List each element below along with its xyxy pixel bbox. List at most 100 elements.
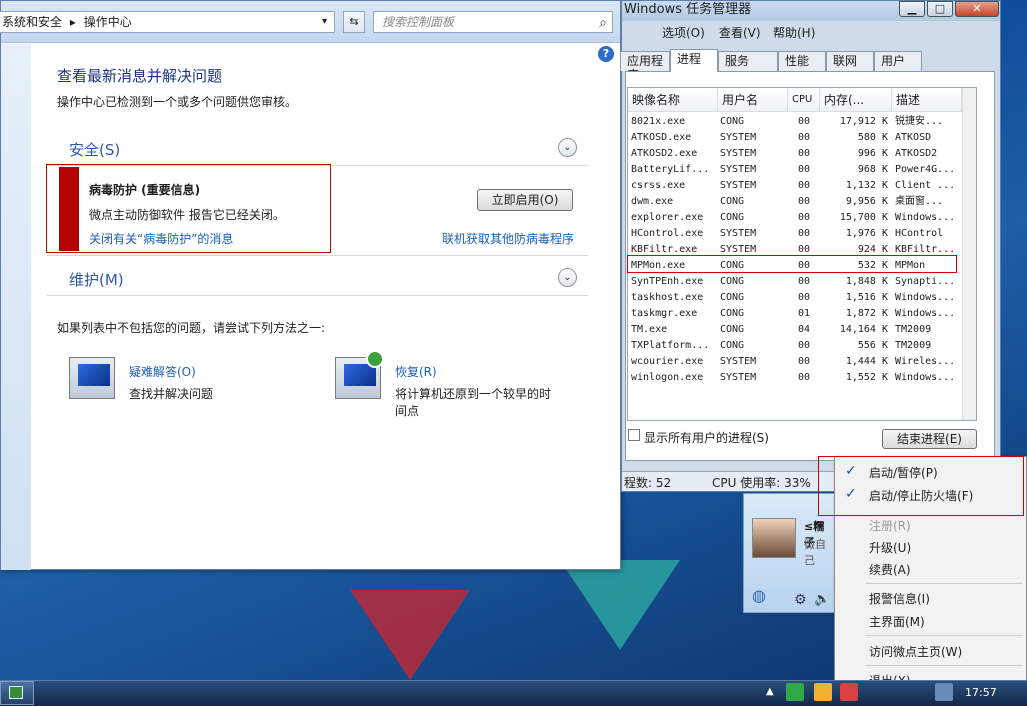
process-description: 锐捷安... [895,116,944,127]
process-memory: 17,912 K [839,116,888,127]
section-maintenance-title[interactable]: 维护(M) [69,269,124,290]
table-row[interactable]: 8021x.exe CONG 00 17,912 K 锐捷安... [628,114,976,130]
minimize-icon[interactable]: ▁ [899,1,925,17]
column-header-user[interactable]: 用户名 [718,88,788,112]
menu-item-visit-homepage[interactable]: 访问微点主页(W) [869,643,962,660]
table-row[interactable]: HControl.exe SYSTEM 00 1,976 K HControl [628,226,976,242]
qq-penguin-icon[interactable]: ◍ [752,586,766,605]
dropdown-arrow-icon[interactable]: ▾ [322,12,327,32]
section-security-title[interactable]: 安全(S) [69,139,120,160]
menu-item-renew[interactable]: 续费(A) [869,561,911,578]
tab-applications[interactable]: 应用程序 [620,51,670,82]
process-name: csrss.exe [631,180,686,191]
table-row[interactable]: taskhost.exe CONG 00 1,516 K Windows... [628,290,976,306]
recovery-desc-line2: 间点 [395,404,420,418]
tray-expand-icon[interactable]: ▲ [766,686,774,697]
troubleshoot-icon[interactable] [69,357,115,399]
tray-security-icon[interactable] [840,683,858,701]
window-title: Windows 任务管理器 [624,2,752,17]
divider [47,255,588,256]
troubleshoot-desc: 查找并解决问题 [129,387,214,401]
menu-view[interactable]: 查看(V) [719,23,761,43]
process-cpu: 00 [797,212,811,223]
process-cpu: 04 [797,324,811,335]
menu-item-upgrade[interactable]: 升级(U) [869,539,911,556]
tab-networking[interactable]: 联网 [826,51,874,71]
table-row[interactable]: dwm.exe CONG 00 9,956 K 桌面窗... [628,194,976,210]
chevron-down-icon[interactable]: ⌄ [558,268,577,287]
search-icon[interactable]: ⌕ [599,13,607,33]
recovery-icon[interactable] [335,350,384,399]
enable-now-button[interactable]: 立即启用(O) [477,189,573,211]
troubleshoot-link[interactable]: 疑难解答(O) [129,363,196,380]
table-row[interactable]: winlogon.exe SYSTEM 00 1,552 K Windows... [628,370,976,386]
tab-users[interactable]: 用户 [874,51,922,71]
menu-item-alert-info[interactable]: 报警信息(I) [869,590,930,607]
tray-network-icon[interactable] [786,683,804,701]
status-process-count: 程数: 52 [624,476,672,490]
get-antivirus-online-link[interactable]: 联机获取其他防病毒程序 [442,230,574,247]
maximize-icon[interactable]: □ [927,1,953,17]
alert-highlight-box [46,164,331,253]
process-cpu: 00 [797,148,811,159]
close-icon[interactable]: ✕ [955,1,999,17]
process-description: ATKOSD2 [895,148,938,159]
column-header-cpu[interactable]: CPU [788,88,820,112]
process-name: SynTPEnh.exe [631,276,704,287]
recovery-desc-line1: 将计算机还原到一个较早的时 [395,387,552,401]
process-cpu: 00 [797,228,811,239]
avatar[interactable] [752,518,796,558]
table-row[interactable]: SynTPEnh.exe CONG 00 1,848 K Synapti... [628,274,976,290]
show-all-users-checkbox[interactable] [628,429,640,441]
process-user: CONG [720,340,745,351]
process-cpu: 00 [797,116,811,127]
column-header-image-name[interactable]: 映像名称 [628,88,718,112]
column-header-description[interactable]: 描述 [892,88,962,112]
tab-performance[interactable]: 性能 [778,51,826,71]
menu-help[interactable]: 帮助(H) [773,23,815,43]
table-row[interactable]: explorer.exe CONG 00 15,700 K Windows... [628,210,976,226]
process-name: BatteryLif... [631,164,710,175]
search-input[interactable]: 搜索控制面板 ⌕ [373,11,613,33]
process-user: SYSTEM [720,164,757,175]
gear-icon[interactable]: ⚙ [794,592,807,608]
show-all-users-label[interactable]: 显示所有用户的进程(S) [644,429,769,446]
scrollbar[interactable] [962,88,976,420]
table-row[interactable]: BatteryLif... SYSTEM 00 968 K Power4G... [628,162,976,178]
menu-item-main-ui[interactable]: 主界面(M) [869,613,925,630]
column-header-memory[interactable]: 内存(... [820,88,892,112]
process-memory: 1,872 K [845,308,888,319]
process-user: CONG [720,276,745,287]
menu-item-register[interactable]: 注册(R) [869,517,911,534]
tab-services[interactable]: 服务 [718,51,778,71]
breadcrumb-item[interactable]: 操作中心 [84,15,132,29]
refresh-icon[interactable]: ⇆ [343,11,365,33]
table-row[interactable]: wcourier.exe SYSTEM 00 1,444 K Wireles... [628,354,976,370]
speaker-icon[interactable]: 🔈 [814,592,830,607]
table-row[interactable]: TXPlatform... CONG 00 556 K TM2009 [628,338,976,354]
process-description: Windows... [895,372,956,383]
end-process-button[interactable]: 结束进程(E) [882,429,977,449]
process-name: wcourier.exe [631,356,704,367]
breadcrumb-item[interactable]: 系统和安全 [2,15,62,29]
table-row[interactable]: TM.exe CONG 04 14,164 K TM2009 [628,322,976,338]
process-description: Windows... [895,308,956,319]
chevron-down-icon[interactable]: ⌄ [558,138,577,157]
recovery-link[interactable]: 恢复(R) [395,363,437,380]
process-memory: 9,956 K [845,196,888,207]
breadcrumb[interactable]: 系统和安全 ▸ 操作中心 ▾ [0,11,335,33]
process-cpu: 00 [797,356,811,367]
tray-message-icon[interactable] [814,683,832,701]
menu-options[interactable]: 选项(O) [662,23,705,43]
table-row[interactable]: taskmgr.exe CONG 01 1,872 K Windows... [628,306,976,322]
table-row[interactable]: ATKOSD2.exe SYSTEM 00 996 K ATKOSD2 [628,146,976,162]
tray-volume-icon[interactable] [935,683,953,701]
monitor-icon [9,686,23,699]
action-center-window: 系统和安全 ▸ 操作中心 ▾ ⇆ 搜索控制面板 ⌕ ? 查看最新消息并解决问题 … [0,0,621,570]
process-list[interactable]: 映像名称 用户名 CPU 内存(... 描述 8021x.exe CONG 00 17… [627,87,977,421]
tab-processes[interactable]: 进程 [670,49,718,72]
table-row[interactable]: csrss.exe SYSTEM 00 1,132 K Client ... [628,178,976,194]
help-icon[interactable]: ? [598,46,614,62]
table-row[interactable]: ATKOSD.exe SYSTEM 00 580 K ATKOSD [628,130,976,146]
taskbar-app-button[interactable] [0,681,34,705]
